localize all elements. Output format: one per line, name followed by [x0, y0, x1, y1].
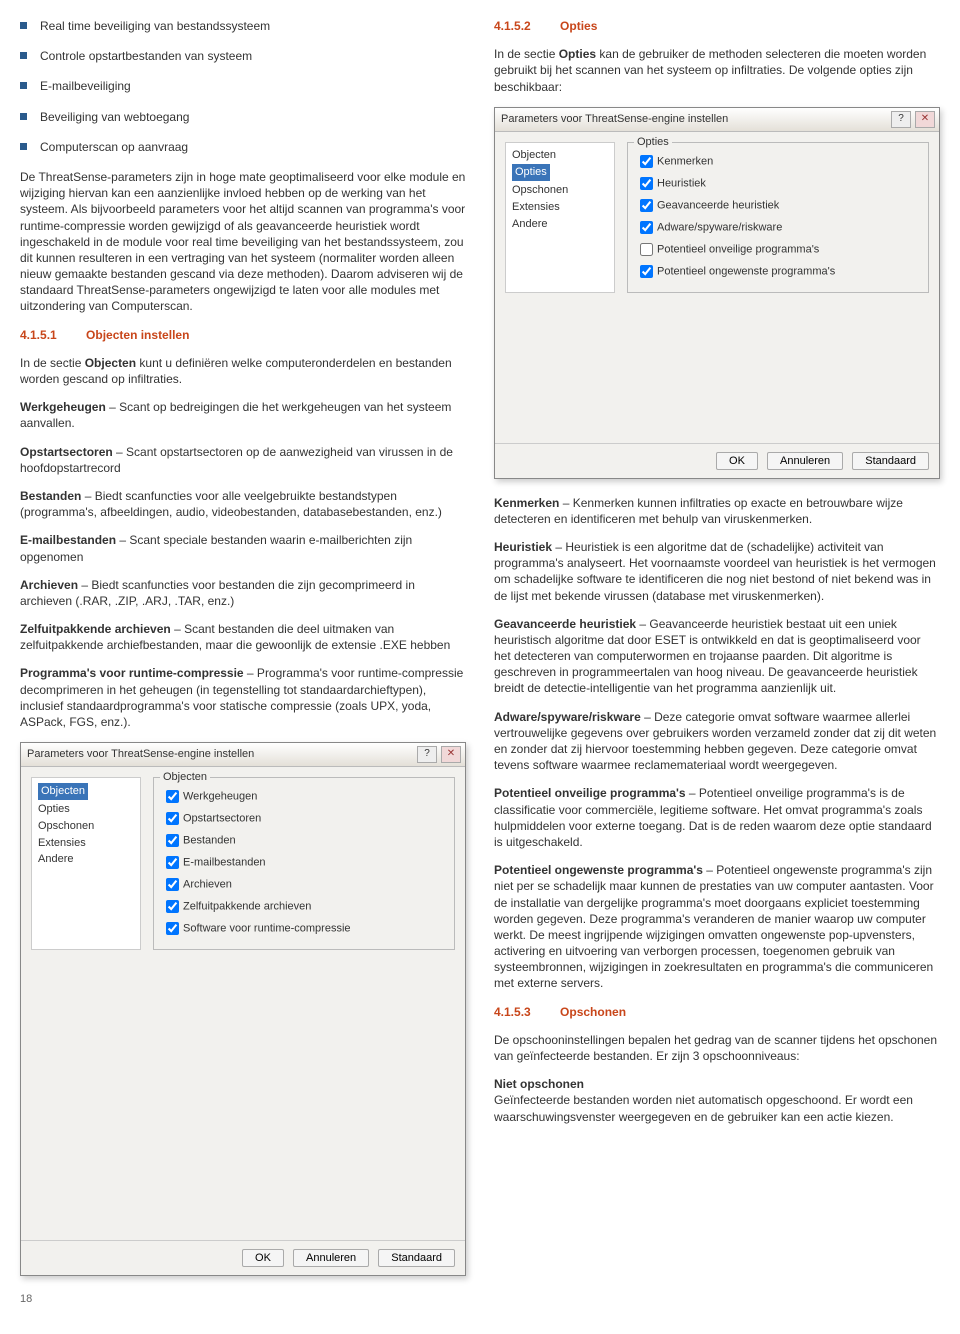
tree-node-extensies[interactable]: Extensies — [510, 199, 610, 216]
ok-button[interactable]: OK — [716, 452, 758, 470]
tree-node-opschonen[interactable]: Opschonen — [36, 818, 136, 835]
tree-node-opties[interactable]: Opties — [36, 801, 136, 818]
def-bestanden: Bestanden – Biedt scanfuncties voor alle… — [20, 488, 466, 520]
groupbox-objecten: Objecten Werkgeheugen Opstartsectoren Be… — [153, 777, 455, 950]
heading-4152: 4.1.5.2 Opties — [494, 18, 940, 34]
tree-node-andere[interactable]: Andere — [36, 851, 136, 868]
help-icon[interactable]: ? — [891, 111, 911, 128]
def-ongewenst: Potentieel ongewenste programma's – Pote… — [494, 862, 940, 992]
heading-text: Opties — [560, 19, 597, 33]
heading-text: Opschonen — [560, 1005, 626, 1019]
check-adware[interactable]: Adware/spyware/riskware — [636, 218, 920, 237]
help-icon[interactable]: ? — [417, 746, 437, 763]
page-number: 18 — [20, 1292, 466, 1307]
groupbox-legend: Opties — [634, 135, 672, 150]
default-button[interactable]: Standaard — [852, 452, 929, 470]
def-heuristiek: Heuristiek – Heuristiek is een algoritme… — [494, 539, 940, 604]
check-opstartsectoren[interactable]: Opstartsectoren — [162, 809, 446, 828]
def-emailbestanden: E-mailbestanden – Scant speciale bestand… — [20, 532, 466, 564]
heading-text: Objecten instellen — [86, 328, 189, 342]
def-runtime-compressie: Programma's voor runtime-compressie – Pr… — [20, 665, 466, 730]
heading-number: 4.1.5.1 — [20, 328, 57, 342]
check-onveilig[interactable]: Potentieel onveilige programma's — [636, 240, 920, 259]
groupbox-opties: Opties Kenmerken Heuristiek Geavanceerde… — [627, 142, 929, 293]
def-niet-opschonen: Niet opschonen Geïnfecteerde bestanden w… — [494, 1076, 940, 1125]
def-adware: Adware/spyware/riskware – Deze categorie… — [494, 709, 940, 774]
list-item: Real time beveiliging van bestandssystee… — [20, 18, 466, 34]
list-item: E-mailbeveiliging — [20, 78, 466, 94]
opties-intro: In de sectie Opties kan de gebruiker de … — [494, 46, 940, 95]
def-onveilig: Potentieel onveilige programma's – Poten… — [494, 785, 940, 850]
check-heuristiek[interactable]: Heuristiek — [636, 174, 920, 193]
tree-node-opties[interactable]: Opties — [510, 163, 610, 182]
right-column: 4.1.5.2 Opties In de sectie Opties kan d… — [494, 18, 940, 1307]
def-archieven: Archieven – Biedt scanfuncties voor best… — [20, 577, 466, 609]
check-archieven[interactable]: Archieven — [162, 875, 446, 894]
tree-node-andere[interactable]: Andere — [510, 216, 610, 233]
tree-node-objecten[interactable]: Objecten — [510, 147, 610, 164]
ok-button[interactable]: OK — [242, 1249, 284, 1267]
list-item: Computerscan op aanvraag — [20, 139, 466, 155]
tree-node-objecten[interactable]: Objecten — [36, 782, 136, 801]
cancel-button[interactable]: Annuleren — [767, 452, 843, 470]
dialog-title-text: Parameters voor ThreatSense-engine inste… — [501, 113, 728, 125]
check-ongewenst[interactable]: Potentieel ongewenste programma's — [636, 262, 920, 281]
tree-node-opschonen[interactable]: Opschonen — [510, 182, 610, 199]
dialog-tree[interactable]: Objecten Opties Opschonen Extensies Ande… — [31, 777, 141, 950]
dialog-opties: Parameters voor ThreatSense-engine inste… — [494, 107, 940, 479]
left-column: Real time beveiliging van bestandssystee… — [20, 18, 466, 1307]
opschonen-intro: De opschooninstellingen bepalen het gedr… — [494, 1032, 940, 1064]
list-item: Beveiliging van webtoegang — [20, 109, 466, 125]
check-runtime[interactable]: Software voor runtime-compressie — [162, 919, 446, 938]
def-werkgeheugen: Werkgeheugen – Scant op bedreigingen die… — [20, 399, 466, 431]
heading-number: 4.1.5.3 — [494, 1005, 531, 1019]
feature-list: Real time beveiliging van bestandssystee… — [20, 18, 466, 155]
heading-number: 4.1.5.2 — [494, 19, 531, 33]
default-button[interactable]: Standaard — [378, 1249, 455, 1267]
def-geavanceerd: Geavanceerde heuristiek – Geavanceerde h… — [494, 616, 940, 697]
check-kenmerken[interactable]: Kenmerken — [636, 152, 920, 171]
close-icon[interactable]: ✕ — [441, 746, 461, 763]
intro-paragraph: De ThreatSense-parameters zijn in hoge m… — [20, 169, 466, 315]
dialog-titlebar: Parameters voor ThreatSense-engine inste… — [495, 108, 939, 132]
dialog-title-text: Parameters voor ThreatSense-engine inste… — [27, 748, 254, 760]
dialog-titlebar: Parameters voor ThreatSense-engine inste… — [21, 743, 465, 767]
heading-4153: 4.1.5.3 Opschonen — [494, 1004, 940, 1020]
objects-intro: In de sectie Objecten kunt u definiëren … — [20, 355, 466, 387]
def-zelfuitpakkend: Zelfuitpakkende archieven – Scant bestan… — [20, 621, 466, 653]
check-geavanceerd[interactable]: Geavanceerde heuristiek — [636, 196, 920, 215]
groupbox-legend: Objecten — [160, 770, 210, 785]
check-werkgeheugen[interactable]: Werkgeheugen — [162, 787, 446, 806]
def-opstartsectoren: Opstartsectoren – Scant opstartsectoren … — [20, 444, 466, 476]
dialog-tree[interactable]: Objecten Opties Opschonen Extensies Ande… — [505, 142, 615, 293]
list-item: Controle opstartbestanden van systeem — [20, 48, 466, 64]
tree-node-extensies[interactable]: Extensies — [36, 835, 136, 852]
close-icon[interactable]: ✕ — [915, 111, 935, 128]
def-kenmerken: Kenmerken – Kenmerken kunnen infiltratie… — [494, 495, 940, 527]
check-emailbestanden[interactable]: E-mailbestanden — [162, 853, 446, 872]
cancel-button[interactable]: Annuleren — [293, 1249, 369, 1267]
check-zelfuitpakkend[interactable]: Zelfuitpakkende archieven — [162, 897, 446, 916]
check-bestanden[interactable]: Bestanden — [162, 831, 446, 850]
dialog-objecten: Parameters voor ThreatSense-engine inste… — [20, 742, 466, 1276]
heading-4151: 4.1.5.1 Objecten instellen — [20, 327, 466, 343]
